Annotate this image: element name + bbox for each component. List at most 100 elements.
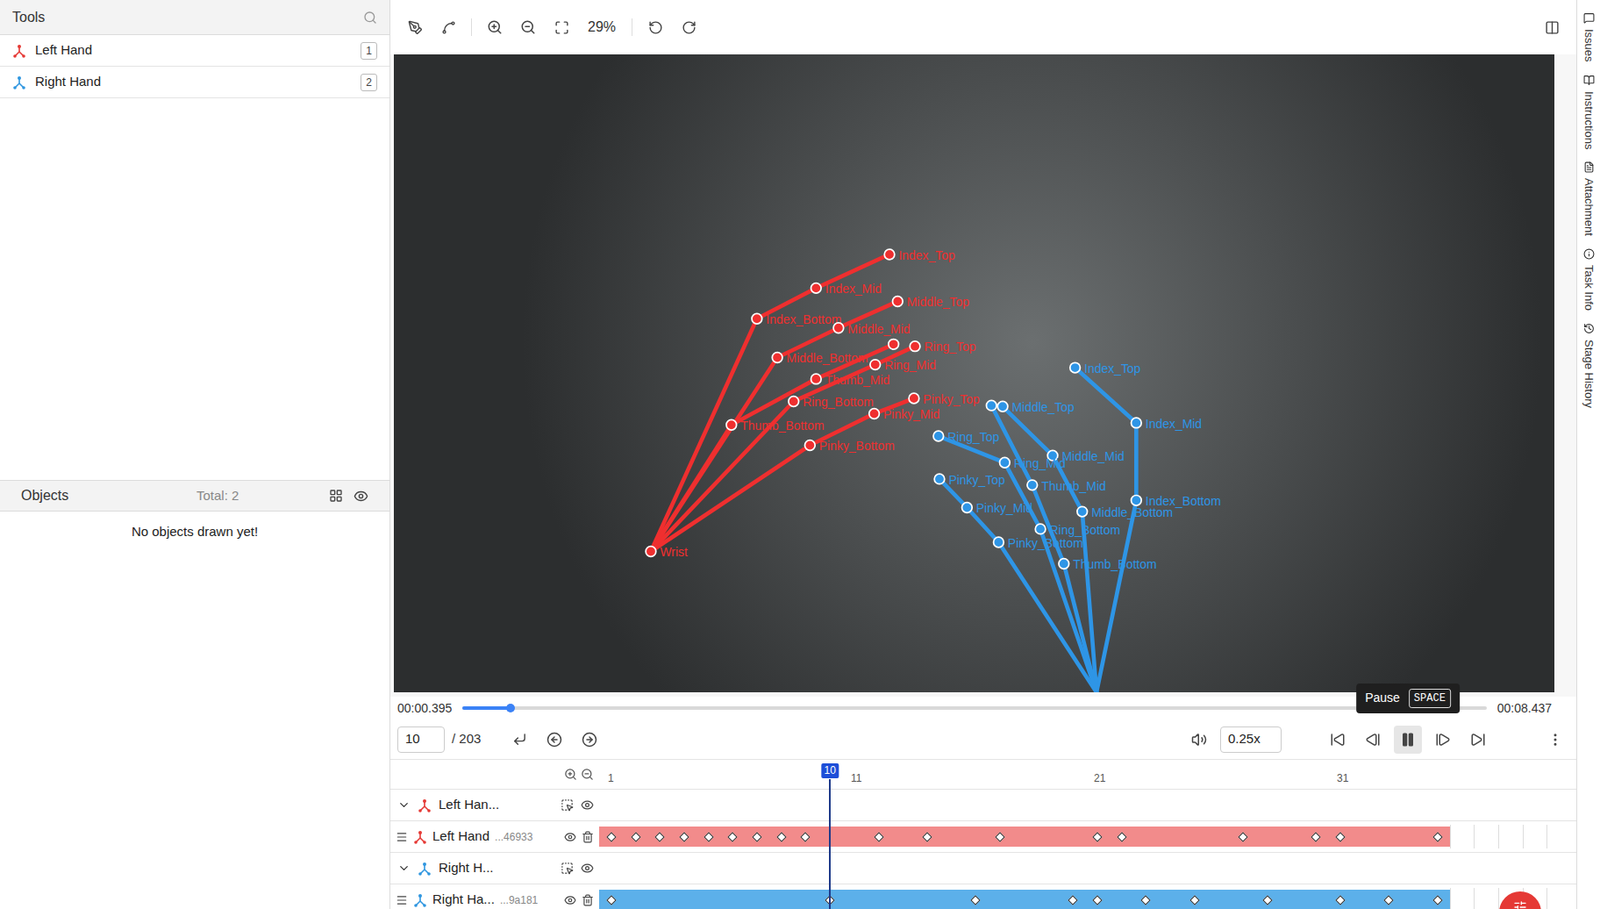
current-frame-badge[interactable]: 10: [821, 763, 838, 779]
zoom-out-button[interactable]: [514, 13, 543, 42]
zoom-in-icon[interactable]: [564, 767, 578, 781]
keypoint[interactable]: [888, 339, 900, 350]
empty-cell[interactable]: [1546, 887, 1572, 909]
keypoint[interactable]: Middle_Bottom: [1077, 505, 1173, 520]
scrubber-track[interactable]: [462, 706, 1486, 710]
select-icon[interactable]: [560, 798, 574, 812]
keypoint[interactable]: Index_Top: [884, 248, 956, 263]
drag-handle-icon[interactable]: [395, 893, 408, 907]
keypoint[interactable]: Index_Bottom: [751, 312, 842, 327]
volume-button[interactable]: [1185, 725, 1214, 754]
empty-cell[interactable]: [1546, 824, 1572, 849]
side-tab[interactable]: Issues: [1579, 12, 1598, 63]
keypoint[interactable]: Middle_Top: [997, 400, 1075, 415]
pen-tool-button[interactable]: [400, 13, 429, 42]
keypoint[interactable]: Ring_Bottom: [788, 394, 874, 409]
keypoint[interactable]: Pinky_Top: [908, 392, 980, 407]
zoom-in-button[interactable]: [480, 13, 509, 42]
keypoint[interactable]: Ring_Top: [909, 339, 976, 354]
keypoint[interactable]: Pinky_Bottom: [993, 535, 1084, 550]
video-frame[interactable]: Wrist Thumb_Bottom Thumb_Mid Index_Bottom In…: [393, 54, 1555, 693]
go-to-frame-button[interactable]: [505, 725, 534, 754]
group-row[interactable]: Right H...: [390, 852, 1577, 885]
keypoint[interactable]: Middle_Bottom: [771, 350, 868, 365]
layout-button[interactable]: [1537, 13, 1566, 42]
skip-start-button[interactable]: [1323, 725, 1352, 754]
issue-button[interactable]: [1499, 891, 1542, 909]
group-row[interactable]: Left Han...: [390, 789, 1577, 822]
group-icon[interactable]: [328, 488, 343, 503]
more-button[interactable]: [1541, 725, 1570, 754]
zoom-out-icon[interactable]: [580, 767, 594, 781]
keypoint[interactable]: [985, 400, 997, 411]
drag-handle-icon[interactable]: [395, 830, 408, 843]
tool-item[interactable]: Right Hand2: [0, 66, 390, 99]
keypoint[interactable]: Ring_Mid: [870, 357, 936, 372]
keypoint[interactable]: Thumb_Mid: [1027, 478, 1107, 493]
keypoint[interactable]: Pinky_Mid: [869, 407, 941, 422]
trash-icon[interactable]: [581, 893, 594, 907]
select-icon[interactable]: [560, 861, 574, 875]
search-icon[interactable]: [363, 10, 378, 25]
empty-cell[interactable]: [1450, 887, 1475, 909]
keypoint[interactable]: Thumb_Mid: [810, 372, 890, 387]
empty-cell[interactable]: [1498, 824, 1523, 849]
empty-cell[interactable]: [1473, 887, 1499, 909]
zoom-level: 29%: [580, 16, 623, 38]
keypoint[interactable]: Ring_Bottom: [1035, 522, 1121, 537]
eye-icon[interactable]: [580, 861, 594, 875]
track-row[interactable]: Right Ha......9a181: [390, 884, 1577, 909]
keypoint[interactable]: Thumb_Bottom: [726, 418, 825, 433]
eye-icon[interactable]: [564, 830, 577, 843]
eye-icon[interactable]: [564, 893, 577, 907]
hand-skeleton[interactable]: Thumb_BottomThumb_MidIndex_BottomIndex_M…: [933, 361, 1222, 693]
tool-item[interactable]: Left Hand1: [0, 35, 390, 67]
fit-button[interactable]: [547, 13, 576, 42]
scrubber-thumb[interactable]: [506, 703, 515, 713]
rotate-left-button[interactable]: [641, 13, 670, 42]
chevron-icon[interactable]: [397, 861, 411, 875]
side-tab[interactable]: Attachment: [1579, 161, 1598, 236]
annotation-layer[interactable]: Wrist Thumb_Bottom Thumb_Mid Index_Bottom In…: [393, 54, 1555, 693]
pause-button[interactable]: [1393, 725, 1422, 754]
empty-cell[interactable]: [1522, 824, 1548, 849]
empty-cell[interactable]: [1473, 824, 1499, 849]
eye-icon[interactable]: [580, 798, 594, 812]
skeleton-icon: [413, 892, 428, 908]
chevron-icon[interactable]: [397, 798, 411, 812]
keypoint[interactable]: Ring_Top: [933, 429, 1000, 444]
keypoint[interactable]: Ring_Mid: [1000, 456, 1066, 471]
keypoint[interactable]: Thumb_Bottom: [1058, 557, 1158, 572]
tooltip: PauseSPACE: [1356, 683, 1460, 714]
next-keyframe-button[interactable]: [575, 725, 604, 754]
keypoint[interactable]: Middle_Mid: [833, 321, 911, 336]
step-back-button[interactable]: [1358, 725, 1387, 754]
side-tab[interactable]: Task Info: [1579, 248, 1598, 311]
speed-input[interactable]: 0.25x: [1220, 726, 1282, 753]
svg-text:Middle_Bottom: Middle_Bottom: [786, 350, 869, 365]
frame-input[interactable]: 10: [397, 726, 445, 753]
trash-icon[interactable]: [581, 830, 594, 843]
keypoint[interactable]: Pinky_Mid: [962, 500, 1034, 515]
eye-icon[interactable]: [353, 488, 369, 504]
keypoint[interactable]: Middle_Top: [892, 294, 970, 309]
skip-end-button[interactable]: [1464, 725, 1493, 754]
keypoint[interactable]: Index_Top: [1070, 361, 1142, 376]
rotate-right-button[interactable]: [674, 13, 703, 42]
spline-tool-button[interactable]: [434, 13, 463, 42]
hotkey-badge: 2: [360, 73, 378, 92]
track-row[interactable]: Left Hand...46933: [390, 821, 1577, 853]
empty-cell[interactable]: [1450, 824, 1475, 849]
prev-keyframe-button[interactable]: [540, 725, 569, 754]
track-bar[interactable]: [599, 889, 1450, 909]
keypoint[interactable]: Wrist: [645, 544, 688, 559]
keypoint[interactable]: Pinky_Bottom: [805, 438, 895, 453]
tools-header: Tools: [0, 0, 390, 36]
side-tab[interactable]: Instructions: [1579, 74, 1598, 150]
keypoint[interactable]: Index_Mid: [810, 281, 882, 296]
side-tab[interactable]: Stage History: [1579, 322, 1598, 408]
keypoint[interactable]: Index_Mid: [1131, 416, 1203, 431]
step-forward-button[interactable]: [1428, 725, 1458, 754]
keypoint[interactable]: Pinky_Top: [934, 472, 1006, 487]
hand-skeleton[interactable]: Wrist Thumb_Bottom Thumb_Mid Index_Bottom In…: [645, 248, 980, 559]
